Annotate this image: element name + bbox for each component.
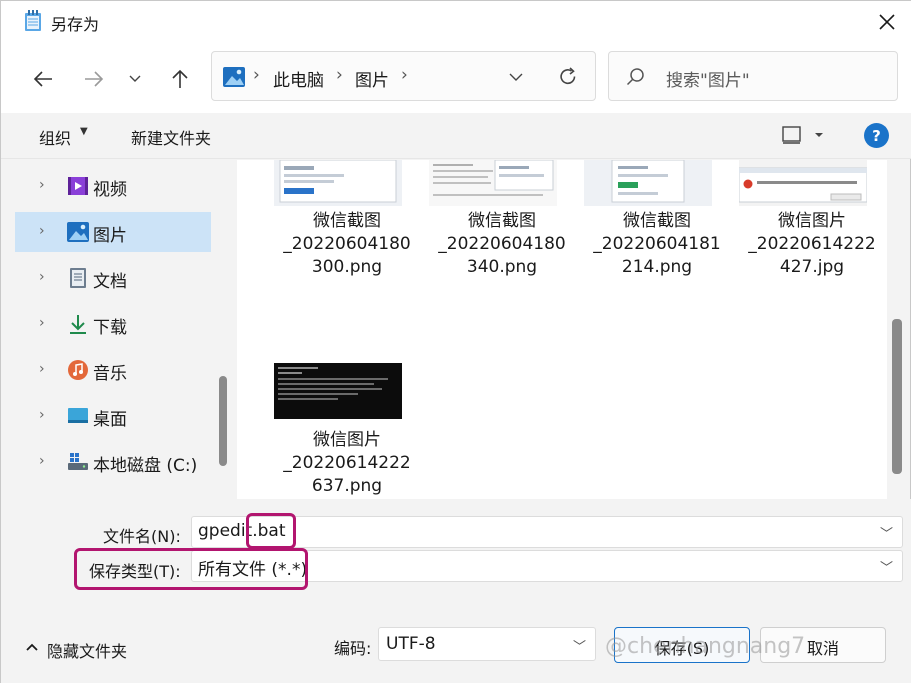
chevron-up-icon bbox=[26, 643, 38, 651]
file-item[interactable]: 微信图片 _20220614222 637.png bbox=[252, 363, 411, 498]
breadcrumb-this-pc[interactable]: 此电脑 bbox=[273, 66, 324, 91]
file-thumbnail bbox=[584, 160, 712, 206]
highlight-box bbox=[74, 548, 308, 590]
desktop-icon bbox=[68, 408, 88, 423]
pictures-icon bbox=[223, 67, 245, 87]
sidebar-item-local-disk[interactable]: › 本地磁盘 (C:) bbox=[15, 442, 211, 482]
sidebar-item-label: 文档 bbox=[93, 272, 127, 292]
file-thumbnail bbox=[739, 160, 867, 206]
hide-folders-label: 隐藏文件夹 bbox=[47, 642, 128, 661]
recent-locations-button[interactable] bbox=[120, 63, 150, 95]
chevron-down-icon: ﹀ bbox=[572, 640, 586, 655]
sidebar-item-label: 音乐 bbox=[93, 364, 127, 384]
sidebar-item-documents[interactable]: › 文档 bbox=[15, 258, 211, 298]
caret-down-icon: ▼ bbox=[80, 126, 88, 137]
file-item[interactable]: 微信截图 _20220604180 300.png bbox=[252, 160, 411, 295]
search-placeholder: 搜索"图片" bbox=[666, 71, 750, 91]
help-button[interactable]: ? bbox=[864, 123, 889, 148]
pictures-icon bbox=[67, 222, 89, 242]
sidebar-item-label: 下载 bbox=[93, 318, 127, 338]
breadcrumb-separator: › bbox=[253, 65, 260, 85]
navigation-bar: › 此电脑 › 图片 › 搜索"图片" bbox=[1, 43, 911, 113]
close-button[interactable] bbox=[867, 5, 907, 39]
command-bar: 组织 ▼ 新建文件夹 ? bbox=[1, 113, 911, 159]
title-bar: 另存为 bbox=[1, 1, 911, 43]
file-name-line: _20220614222 bbox=[748, 234, 876, 254]
sidebar-item-videos[interactable]: › 视频 bbox=[15, 166, 211, 206]
refresh-icon bbox=[560, 67, 576, 85]
file-name-line: 微信图片 bbox=[778, 211, 846, 231]
sidebar-item-pictures[interactable]: › 图片 bbox=[15, 212, 211, 252]
music-icon bbox=[68, 360, 88, 380]
window-title: 另存为 bbox=[51, 15, 100, 34]
arrow-left-icon bbox=[33, 71, 52, 87]
sidebar-scrollbar-thumb[interactable] bbox=[219, 376, 227, 466]
chevron-right-icon: › bbox=[39, 269, 45, 285]
file-item[interactable]: 微信截图 _20220604180 340.png bbox=[407, 160, 566, 295]
sidebar-item-desktop[interactable]: › 桌面 bbox=[15, 396, 211, 436]
chevron-right-icon: › bbox=[39, 453, 45, 469]
file-item[interactable]: 微信截图 _20220604181 214.png bbox=[562, 160, 721, 295]
file-item[interactable]: 微信图片 _20220614222 427.jpg bbox=[717, 160, 876, 295]
encoding-label: 编码: bbox=[334, 639, 372, 658]
watermark: @chenhangnang7 bbox=[605, 634, 806, 659]
chevron-right-icon: › bbox=[39, 315, 45, 331]
search-icon bbox=[626, 68, 644, 86]
breadcrumb-pictures[interactable]: 图片 bbox=[355, 66, 389, 91]
documents-icon bbox=[70, 268, 86, 288]
file-name-line: 微信图片 bbox=[313, 430, 381, 450]
sidebar-item-label: 桌面 bbox=[93, 410, 127, 430]
sidebar-item-music[interactable]: › 音乐 bbox=[15, 350, 211, 390]
up-button[interactable] bbox=[163, 63, 197, 95]
view-layout-icon bbox=[782, 126, 823, 144]
arrow-right-icon bbox=[85, 71, 104, 87]
file-name-line: 427.jpg bbox=[779, 257, 845, 277]
refresh-button[interactable] bbox=[554, 64, 582, 90]
sidebar-item-downloads[interactable]: › 下载 bbox=[15, 304, 211, 344]
file-thumbnail bbox=[274, 160, 402, 206]
back-button[interactable] bbox=[26, 63, 60, 95]
view-options-button[interactable] bbox=[782, 125, 828, 147]
sidebar-item-label: 图片 bbox=[93, 226, 127, 246]
encoding-select[interactable]: UTF-8 ﹀ bbox=[378, 627, 596, 661]
chevron-down-icon bbox=[509, 73, 523, 81]
breadcrumb-separator: › bbox=[336, 65, 343, 85]
arrow-up-icon bbox=[172, 69, 188, 88]
file-name-line: _20220614222 bbox=[283, 453, 411, 473]
file-list-scrollbar-thumb[interactable] bbox=[892, 319, 902, 474]
save-as-dialog: 另存为 › 此电脑 › 图片 › 搜索"图片" 组织 ▼ 新建文件夹 ? › 视… bbox=[0, 0, 911, 683]
sidebar-item-label: 视频 bbox=[93, 180, 127, 200]
notepad-icon bbox=[25, 10, 41, 31]
chevron-down-icon bbox=[129, 75, 141, 82]
filename-label: 文件名(N): bbox=[103, 527, 181, 546]
forward-button[interactable] bbox=[77, 63, 111, 95]
file-name-line: 637.png bbox=[311, 476, 383, 496]
filename-input[interactable]: gpedit.bat ﹀ bbox=[191, 516, 903, 548]
chevron-down-icon: ﹀ bbox=[879, 561, 893, 576]
breadcrumb-separator: › bbox=[401, 65, 408, 85]
encoding-value: UTF-8 bbox=[386, 634, 436, 654]
chevron-down-icon: ﹀ bbox=[879, 527, 893, 542]
download-icon bbox=[70, 315, 86, 334]
file-thumbnail bbox=[274, 363, 402, 419]
file-thumbnail bbox=[429, 160, 557, 206]
search-input[interactable]: 搜索"图片" bbox=[608, 51, 898, 101]
file-list: 微信截图 _20220604180 300.png 微信截图 _20220604… bbox=[237, 160, 887, 499]
address-history-dropdown[interactable] bbox=[502, 64, 530, 90]
sidebar-item-label: 本地磁盘 (C:) bbox=[93, 456, 198, 476]
chevron-right-icon: › bbox=[39, 407, 45, 423]
close-icon bbox=[879, 14, 895, 30]
drive-icon bbox=[68, 453, 88, 470]
video-icon bbox=[68, 177, 88, 195]
new-folder-button[interactable]: 新建文件夹 bbox=[131, 125, 211, 149]
highlight-box bbox=[246, 513, 296, 549]
navigation-pane: › 视频 › 图片 › 文档 › 下载 › 音乐 › 桌面 › 本地磁盘 (C:… bbox=[1, 160, 233, 499]
chevron-right-icon: › bbox=[39, 223, 45, 239]
address-bar[interactable]: › 此电脑 › 图片 › bbox=[211, 51, 596, 101]
chevron-right-icon: › bbox=[39, 177, 45, 193]
organize-menu[interactable]: 组织 bbox=[39, 125, 71, 149]
chevron-right-icon: › bbox=[39, 361, 45, 377]
